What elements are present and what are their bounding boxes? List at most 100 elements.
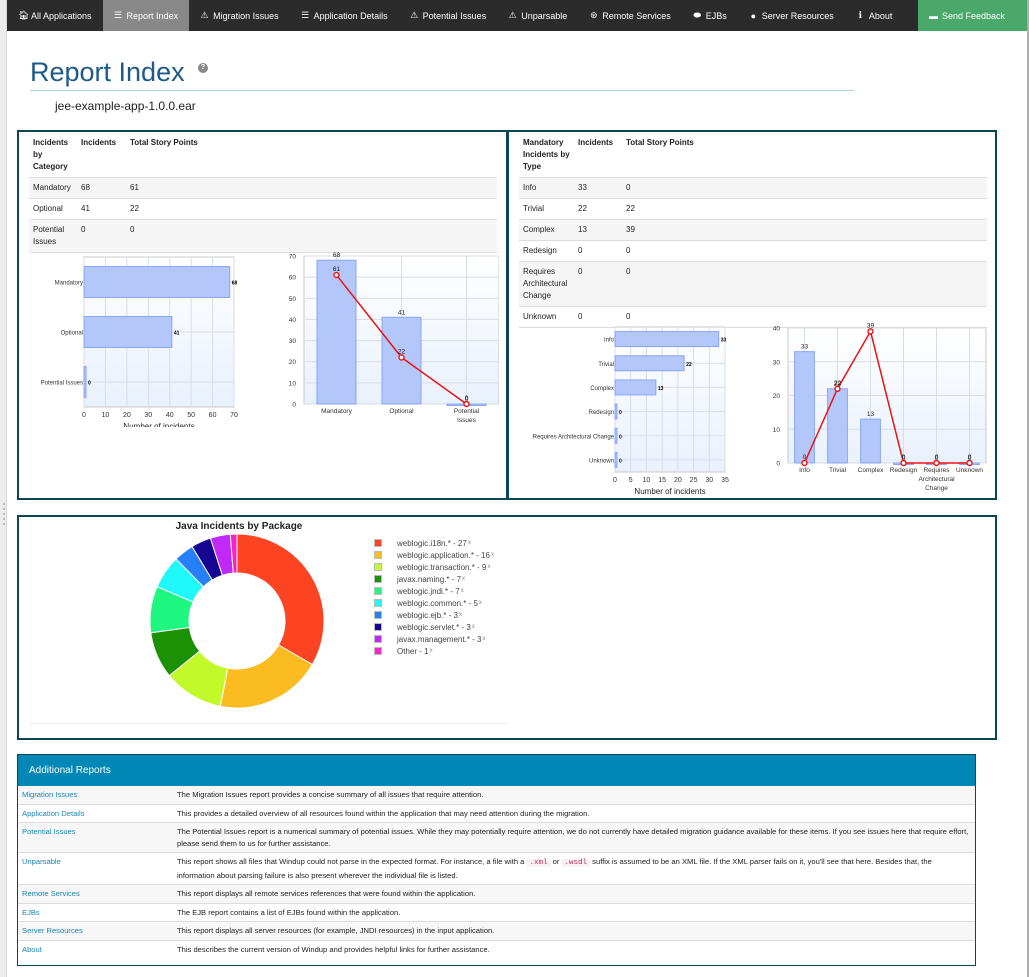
nav-remote-services[interactable]: ⊛ Remote Services bbox=[578, 0, 682, 31]
legend-item[interactable]: javax.naming.* - 7x bbox=[374, 573, 494, 585]
report-link-ejbs[interactable]: EJBs bbox=[18, 902, 173, 922]
incidents-by-category-panel: Incidents by Category Incidents Total St… bbox=[17, 130, 508, 500]
report-link-about[interactable]: About bbox=[18, 939, 173, 958]
list-icon: ☰ bbox=[114, 10, 123, 20]
table-row: Optional 41 22 bbox=[29, 198, 497, 220]
line-point bbox=[398, 354, 405, 361]
legend-item[interactable]: weblogic.ejb.* - 3x bbox=[374, 609, 494, 621]
nav-report-index[interactable]: ☰ Report Index bbox=[102, 0, 190, 31]
legend-item[interactable]: weblogic.i18n.* - 27 x bbox=[374, 537, 494, 549]
grip-handle[interactable] bbox=[3, 503, 5, 525]
legend-item[interactable]: weblogic.application.* - 16 x bbox=[374, 549, 494, 561]
type-cell: Complex bbox=[519, 219, 574, 241]
y-tick-label: 50 bbox=[289, 296, 297, 303]
x-tick-label: Complex bbox=[858, 467, 884, 474]
legend-label: weblogic.i18n.* - 27 bbox=[397, 538, 467, 548]
x-axis-title: Number of incidents bbox=[634, 487, 705, 496]
report-link-unparsable[interactable]: Unparsable bbox=[18, 852, 173, 885]
type-cell: Trivial bbox=[519, 198, 574, 220]
legend-item[interactable]: javax.management.* - 3x bbox=[374, 633, 494, 645]
report-description: The EJB report contains a list of EJBs f… bbox=[173, 902, 975, 922]
type-cell: Redesign bbox=[519, 240, 574, 262]
bar-value-label: 0 bbox=[619, 410, 622, 416]
bar bbox=[316, 259, 357, 405]
report-link-server-resources[interactable]: Server Resources bbox=[18, 921, 173, 940]
nav-all-applications[interactable]: 🏠︎ All Applications bbox=[7, 0, 103, 31]
incidents-cell: 0 bbox=[574, 240, 622, 262]
legend-count-suffix: x bbox=[462, 576, 466, 582]
legend-count-suffix: x bbox=[490, 552, 494, 558]
report-link-potential-issues[interactable]: Potential Issues bbox=[18, 822, 173, 853]
category-label: Unknown bbox=[589, 458, 614, 464]
table-row: Trivial 22 22 bbox=[519, 198, 987, 220]
bar-value-label: 0 bbox=[619, 458, 622, 464]
incidents-cell: 13 bbox=[574, 219, 622, 241]
line-point bbox=[933, 459, 940, 467]
incidents-cell: 33 bbox=[574, 177, 622, 199]
column-header: Mandatory Incidents by Type bbox=[519, 135, 574, 178]
help-icon[interactable]: ? bbox=[198, 63, 208, 73]
legend-item[interactable]: weblogic.servlet.* - 3x bbox=[374, 621, 494, 633]
x-tick-label: Trivial bbox=[829, 467, 847, 474]
nav-label: Migration Issues bbox=[213, 10, 279, 21]
x-tick-label: 10 bbox=[102, 412, 110, 419]
incidents-cell: 0 bbox=[574, 261, 622, 307]
report-link-application-details[interactable]: Application Details bbox=[18, 803, 173, 823]
application-name: jee-example-app-1.0.0.ear bbox=[55, 99, 196, 113]
legend-label: Other - 1 bbox=[397, 646, 429, 656]
legend-item[interactable]: weblogic.common.* - 5x bbox=[374, 597, 494, 609]
table-row: Remote Services This report displays all … bbox=[18, 884, 975, 903]
nav-label: Report Index bbox=[126, 10, 179, 21]
nav-unparsable[interactable]: ⚠ Unparsable bbox=[497, 0, 578, 31]
y-tick-label: 10 bbox=[289, 380, 297, 387]
nav-migration-issues[interactable]: ⚠ Migration Issues bbox=[189, 0, 290, 31]
line-point bbox=[463, 400, 470, 408]
table-row: About This describes the current version … bbox=[18, 939, 975, 958]
report-link-remote-services[interactable]: Remote Services bbox=[18, 884, 173, 903]
nav-about[interactable]: ℹ About bbox=[845, 0, 904, 31]
incidents-cell: 0 bbox=[77, 219, 126, 253]
left-resize-gutter[interactable] bbox=[0, 0, 7, 977]
nav-label: Send Feedback bbox=[941, 10, 1005, 21]
category-label: Info bbox=[604, 338, 615, 344]
bar bbox=[614, 379, 657, 396]
warning-icon: ⚠ bbox=[200, 10, 209, 20]
legend-item[interactable]: weblogic.jndi.* - 7x bbox=[374, 585, 494, 597]
legend-item[interactable]: Other - 1x bbox=[374, 645, 494, 657]
x-tick-label: 30 bbox=[144, 412, 152, 419]
bar bbox=[614, 451, 618, 468]
line-value-label: 0 bbox=[803, 454, 807, 461]
nav-ejbs[interactable]: ⬬ EJBs bbox=[682, 0, 738, 31]
x-tick-label: 35 bbox=[721, 477, 729, 484]
legend-count-suffix: x bbox=[467, 540, 471, 546]
x-axis-title: Number of incidents bbox=[123, 422, 194, 427]
bar-value-label: 0 bbox=[88, 381, 91, 387]
bar-value-label: 33 bbox=[801, 344, 809, 351]
incidents-by-type-table: Mandatory Incidents by Type Incidents To… bbox=[519, 135, 987, 328]
nav-application-details[interactable]: ☰ Application Details bbox=[290, 0, 399, 31]
report-link-migration-issues[interactable]: Migration Issues bbox=[18, 786, 173, 804]
column-header: Total Story Points bbox=[622, 135, 987, 178]
story-points-cell: 61 bbox=[126, 177, 497, 199]
story-points-cell: 0 bbox=[622, 177, 987, 199]
y-tick-label: 10 bbox=[773, 427, 781, 434]
nav-server-resources[interactable]: ● Server Resources bbox=[738, 0, 845, 31]
category-label: Trivial bbox=[598, 362, 614, 368]
send-feedback-button[interactable]: ▬ Send Feedback bbox=[917, 0, 1027, 31]
x-tick-label: Redesign bbox=[890, 467, 918, 474]
bar bbox=[827, 388, 848, 464]
category-label: Mandatory bbox=[55, 281, 83, 287]
legend-item[interactable]: weblogic.transaction.* - 9x bbox=[374, 561, 494, 573]
column-header: Incidents bbox=[77, 135, 126, 178]
line-value-label: 0 bbox=[968, 454, 972, 461]
nav-potential-issues[interactable]: ⚠ Potential Issues bbox=[399, 0, 498, 31]
legend-count-suffix: x bbox=[458, 612, 462, 618]
y-tick-label: 40 bbox=[773, 326, 781, 333]
page-title: Report Index bbox=[30, 57, 185, 87]
bar bbox=[614, 403, 618, 420]
legend-count-suffix: x bbox=[429, 648, 433, 654]
x-tick-label: Mandatory bbox=[321, 408, 352, 415]
category-combo-chart: 0 10 20 30 40 50 60 70 68 Mandatory 41 Optional 0 Pot… bbox=[289, 252, 499, 424]
category-cell: Optional bbox=[29, 198, 77, 220]
x-tick-label: 5 bbox=[629, 477, 633, 484]
